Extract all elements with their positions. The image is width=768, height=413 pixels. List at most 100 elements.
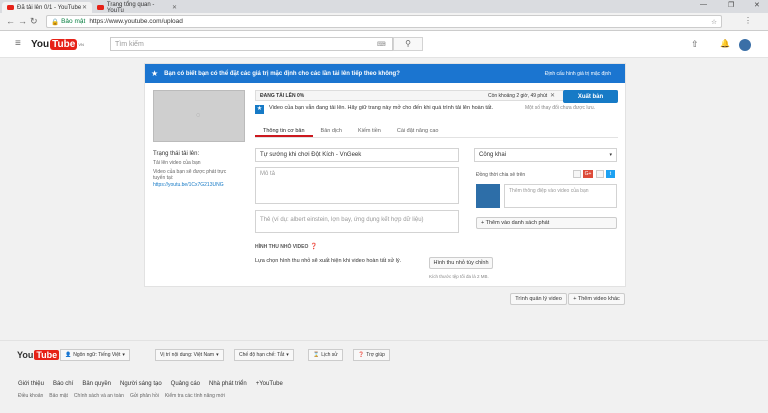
history-button[interactable]: ⌛ Lịch sử: [308, 349, 343, 361]
footer-link[interactable]: Bản quyền: [82, 381, 111, 387]
video-manager-button[interactable]: Trình quản lý video: [510, 293, 567, 305]
back-icon[interactable]: ←: [6, 16, 15, 26]
share-message-field[interactable]: Thêm thông điệp vào video của bạn: [504, 184, 617, 208]
stream-note: Video của bạn sẽ được phát trực tuyến tạ…: [153, 169, 227, 181]
language-icon: 👤: [65, 352, 72, 358]
privacy-value: Công khai: [479, 152, 507, 158]
video-link[interactable]: https://youtu.be/1Cx7G213UNG: [153, 182, 248, 188]
add-to-playlist-button[interactable]: + Thêm vào danh sách phát: [476, 217, 617, 229]
secure-label: Bảo mật: [61, 18, 86, 25]
configure-defaults-link[interactable]: Định cấu hình giá trị mặc định: [545, 71, 611, 77]
tags-field[interactable]: Thẻ (ví dụ: albert einstein, lợn bay, ứn…: [255, 210, 459, 233]
browser-tab-label: Đã tải lên 0/1 - YouTube: [17, 4, 82, 11]
share-label: Đồng thời chia sẻ trên: [476, 172, 526, 178]
browser-tab-strip: Đã tải lên 0/1 - YouTube ✕ Trang tổng qu…: [0, 0, 768, 14]
upload-card: ★ Bạn có biết bạn có thể đặt các giá trị…: [144, 63, 626, 287]
history-icon: ⌛: [313, 352, 320, 358]
cancel-upload-icon[interactable]: ✕: [550, 92, 555, 99]
video-thumbnail-placeholder: ◌: [153, 90, 245, 142]
share-checkbox[interactable]: [596, 170, 604, 178]
status-title: Trạng thái tải lên:: [153, 151, 200, 157]
google-plus-icon[interactable]: G+: [583, 170, 593, 178]
avatar[interactable]: [739, 39, 751, 51]
thumbnail-note: Lựa chọn hình thu nhỏ sẽ xuất hiện khi v…: [255, 258, 402, 264]
title-field[interactable]: Tự sướng khi chơi Đột Kích - VnGeek: [255, 148, 459, 162]
search-button[interactable]: ⚲: [393, 37, 423, 51]
channel-avatar: [476, 184, 500, 208]
footer-link[interactable]: Quảng cáo: [171, 381, 200, 387]
footer-link[interactable]: Nhà phát triển: [209, 381, 247, 387]
footer-link[interactable]: Gửi phản hồi: [130, 393, 159, 399]
search-input[interactable]: Tìm kiếm: [110, 37, 393, 51]
footer: You Tube 👤 Ngôn ngữ: Tiếng Việt ▾ Vị trí nộ…: [0, 340, 768, 413]
privacy-select[interactable]: Công khai ▾: [474, 148, 617, 162]
footer-link[interactable]: Báo chí: [53, 381, 73, 387]
bookmark-star-icon[interactable]: ☆: [711, 18, 717, 26]
address-bar[interactable]: 🔒 Bảo mật https://www.youtube.com/upload…: [46, 15, 722, 28]
region-label: VN: [78, 42, 84, 47]
help-icon[interactable]: ❓: [310, 243, 317, 250]
logo-text: You: [31, 39, 50, 50]
close-tab-icon[interactable]: ✕: [172, 4, 177, 11]
status-line: Tải lên video của bạn: [153, 160, 201, 166]
footer-link[interactable]: +YouTube: [256, 381, 283, 387]
youtube-logo[interactable]: You Tube VN: [31, 39, 84, 50]
search-icon: ⚲: [405, 39, 411, 48]
tab-basic-info[interactable]: Thông tin cơ bản: [255, 126, 313, 137]
menu-icon[interactable]: ⋮: [744, 16, 752, 25]
footer-secondary-links: Điều khoản Bảo mật Chính sách và an toàn…: [18, 393, 225, 399]
footer-link[interactable]: Điều khoản: [18, 393, 43, 399]
max-size-note: Kích thước tệp tối đa là 2 MB.: [429, 274, 489, 279]
footer-link[interactable]: Chính sách và an toàn: [74, 393, 124, 399]
publish-button[interactable]: Xuất bản: [563, 90, 618, 103]
tab-translations[interactable]: Bản dịch: [313, 126, 350, 137]
time-remaining: Còn khoảng 2 giờ, 49 phút: [488, 93, 548, 99]
upload-icon[interactable]: ⇧: [691, 39, 699, 50]
youtube-header: ≡ You Tube VN Tìm kiếm ⌨ ⚲ ⇧ 🔔: [0, 31, 768, 58]
info-star-icon: ★: [255, 105, 264, 114]
banner-text: Bạn có biết bạn có thể đặt các giá trị m…: [164, 70, 400, 77]
footer-links: Giới thiệu Báo chí Bản quyền Người sáng …: [18, 381, 283, 387]
add-more-videos-button[interactable]: + Thêm video khác: [568, 293, 625, 305]
browser-tab-upload[interactable]: Đã tải lên 0/1 - YouTube ✕: [2, 2, 92, 13]
footer-logo[interactable]: You Tube: [17, 350, 60, 360]
minimize-icon[interactable]: —: [700, 1, 707, 8]
url-text: https://www.youtube.com/upload: [89, 18, 183, 25]
maximize-icon[interactable]: ❐: [728, 1, 734, 9]
language-button[interactable]: 👤 Ngôn ngữ: Tiếng Việt ▾: [60, 349, 130, 361]
tab-advanced-settings[interactable]: Cài đặt nâng cao: [389, 126, 447, 137]
keyboard-icon[interactable]: ⌨: [377, 41, 386, 48]
footer-link[interactable]: Người sáng tạo: [120, 381, 162, 387]
close-window-icon[interactable]: ✕: [754, 1, 760, 9]
footer-link[interactable]: Giới thiệu: [18, 381, 44, 387]
upload-notice: Video của bạn vẫn đang tải lên. Hãy giữ …: [269, 105, 493, 111]
custom-thumbnail-button[interactable]: Hình thu nhỏ tùy chỉnh: [429, 257, 493, 269]
footer-link[interactable]: Bảo mật: [49, 393, 68, 399]
youtube-favicon-icon: [97, 5, 104, 10]
browser-tab-label: Trang tổng quan - YouTu: [106, 1, 155, 14]
upload-tabs: Thông tin cơ bản Bản dịch Kiếm tiền Cài …: [255, 126, 618, 138]
help-button[interactable]: ❓ Trợ giúp: [353, 349, 390, 361]
close-tab-icon[interactable]: ✕: [82, 4, 87, 11]
notifications-bell-icon[interactable]: 🔔: [720, 39, 730, 48]
location-button[interactable]: Vị trí nội dung: Việt Nam ▾: [155, 349, 224, 361]
forward-icon[interactable]: →: [18, 16, 27, 26]
defaults-banner: ★ Bạn có biết bạn có thể đặt các giá trị…: [145, 64, 625, 83]
browser-tab-dashboard[interactable]: Trang tổng quan - YouTu ✕: [92, 1, 182, 14]
tab-monetization[interactable]: Kiếm tiền: [350, 126, 389, 137]
share-checkbox[interactable]: [573, 170, 581, 178]
restricted-mode-button[interactable]: Chế độ hạn chế: Tắt ▾: [234, 349, 294, 361]
hamburger-menu-icon[interactable]: ≡: [15, 38, 21, 49]
footer-link[interactable]: Kiểm tra các tính năng mới: [165, 393, 225, 399]
upload-status: ĐANG TẢI LÊN 0%: [260, 93, 305, 99]
twitter-icon[interactable]: t: [606, 170, 615, 178]
thumbnail-heading: HÌNH THU NHỎ VIDEO: [255, 244, 309, 250]
upload-status-panel: Trạng thái tải lên: Tải lên video của bạ…: [153, 151, 248, 188]
description-field[interactable]: Mô tả: [255, 167, 459, 204]
loading-spinner-icon: ◌: [196, 112, 201, 119]
browser-toolbar: ← → ↻ 🔒 Bảo mật https://www.youtube.com/…: [0, 13, 768, 31]
chevron-down-icon: ▾: [216, 352, 219, 358]
chevron-down-icon: ▾: [286, 352, 289, 358]
youtube-favicon-icon: [7, 5, 14, 10]
reload-icon[interactable]: ↻: [30, 16, 38, 27]
